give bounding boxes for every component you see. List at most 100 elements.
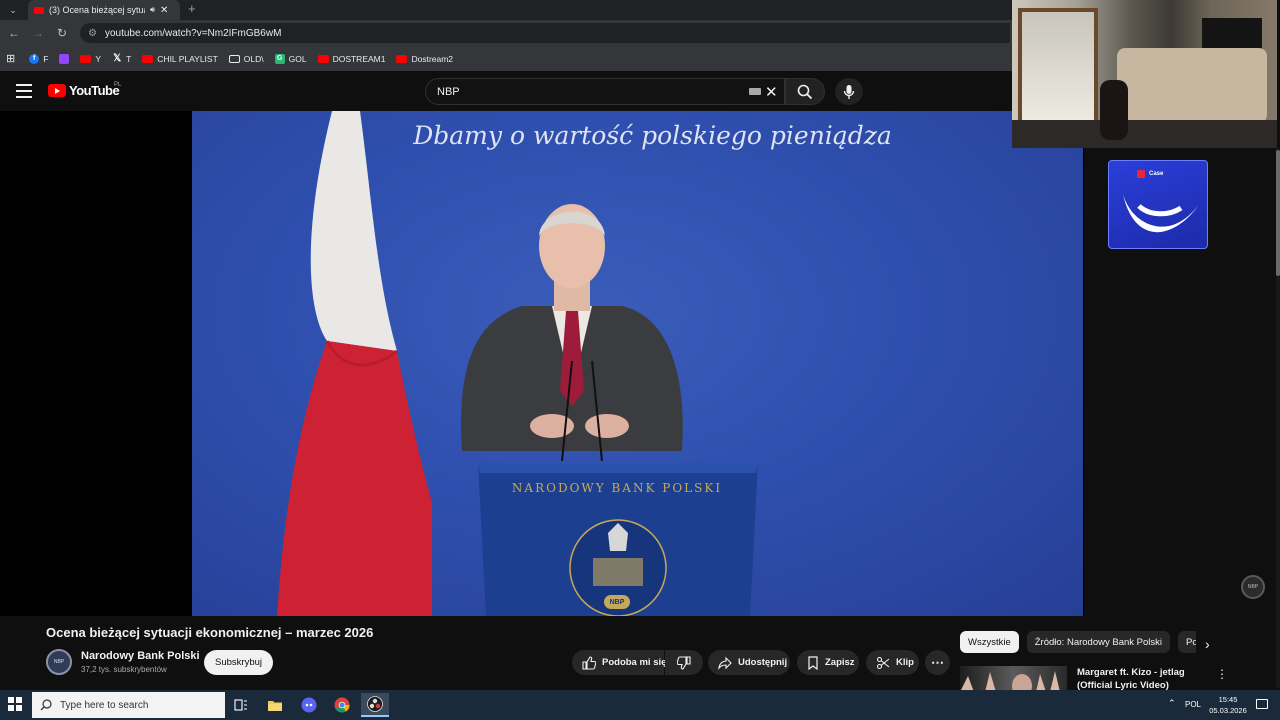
case-logo-icon bbox=[1137, 170, 1145, 178]
search-button[interactable] bbox=[785, 78, 825, 105]
webcam-desk-scene bbox=[1012, 120, 1277, 148]
bookmark-dostream2[interactable]: Dostream2 bbox=[396, 54, 453, 64]
apps-icon[interactable]: ⊞ bbox=[6, 52, 15, 65]
save-label: Zapisz bbox=[825, 657, 855, 668]
channel-name[interactable]: Narodowy Bank Polski bbox=[81, 650, 200, 662]
chevron-right-icon[interactable]: › bbox=[1205, 636, 1210, 652]
country-code: PL bbox=[114, 82, 122, 88]
new-tab-icon[interactable]: + bbox=[188, 1, 196, 16]
like-label: Podoba mi się bbox=[602, 657, 667, 668]
tab-title: (3) Ocena bieżącej sytuacji ekonomicznej… bbox=[49, 5, 145, 15]
channel-avatar[interactable]: NBP bbox=[46, 649, 72, 675]
gol-icon: G bbox=[274, 53, 285, 64]
bookmark-twitch[interactable] bbox=[59, 53, 70, 64]
youtube-icon bbox=[80, 54, 92, 63]
filter-chips: Wszystkie Źródło: Narodowy Bank Polski P… bbox=[960, 631, 1196, 655]
browser-tab[interactable]: (3) Ocena bieżącej sytuacji ekonomicznej… bbox=[28, 0, 180, 20]
youtube-logo[interactable]: YouTube bbox=[48, 83, 120, 98]
tab-close-icon[interactable]: ✕ bbox=[160, 5, 168, 16]
bookmark-gol[interactable]: G GOL bbox=[274, 53, 307, 64]
related-video-thumbnail[interactable] bbox=[960, 666, 1067, 692]
audio-playing-icon[interactable]: 🔊︎ bbox=[150, 5, 155, 15]
taskbar-search-placeholder: Type here to search bbox=[60, 699, 149, 711]
thumbs-up-icon bbox=[582, 655, 596, 670]
dislike-button[interactable] bbox=[665, 650, 703, 675]
share-icon bbox=[718, 656, 732, 670]
reload-icon[interactable]: ↻ bbox=[54, 24, 70, 42]
discord-icon[interactable] bbox=[295, 693, 323, 717]
bookmarks-bar: ⊞ f F Y 𝕏 T CHIL PLAYLIST OLD\ G GOL DOS… bbox=[0, 46, 1012, 71]
bookmark-chil-playlist[interactable]: CHIL PLAYLIST bbox=[142, 54, 218, 64]
scissors-icon bbox=[876, 656, 890, 669]
site-info-icon[interactable]: ⚙︎ bbox=[88, 28, 97, 39]
address-bar[interactable]: ⚙︎ youtube.com/watch?v=Nm2IFmGB6wM bbox=[80, 23, 1010, 43]
search-input[interactable]: NBP bbox=[425, 78, 785, 105]
task-view-icon[interactable] bbox=[227, 693, 255, 717]
share-label: Udostępnij bbox=[738, 657, 788, 668]
bookmark-f[interactable]: f F bbox=[29, 53, 48, 64]
video-frame[interactable]: Dbamy o wartość polskiego pieniądza NARO… bbox=[192, 111, 1083, 616]
voice-search-button[interactable] bbox=[835, 78, 863, 105]
address-url: youtube.com/watch?v=Nm2IFmGB6wM bbox=[104, 27, 282, 39]
input-language[interactable]: POL bbox=[1185, 700, 1201, 709]
subscriber-count: 37,2 tys. subskrybentów bbox=[81, 665, 167, 674]
obs-icon[interactable] bbox=[361, 693, 389, 717]
podium-seal-text: NARODOWY BANK POLSKI bbox=[511, 481, 723, 495]
webcam-sofa-scene bbox=[1117, 48, 1267, 123]
folder-icon bbox=[228, 54, 240, 63]
subscribe-button[interactable]: Subskrybuj bbox=[204, 650, 273, 675]
podium-nbp-badge: NBP bbox=[604, 595, 630, 609]
clear-search-icon[interactable]: ✕ bbox=[765, 83, 778, 101]
more-actions-button[interactable]: ⋯ bbox=[925, 650, 950, 675]
slogan-text: Dbamy o wartość polskiego pieniądza bbox=[413, 121, 892, 150]
share-button[interactable]: Udostępnij bbox=[708, 650, 790, 675]
bookmark-t[interactable]: 𝕏 T bbox=[112, 53, 131, 64]
webcam-overlay bbox=[1012, 0, 1277, 148]
more-horizontal-icon: ⋯ bbox=[931, 654, 944, 670]
tray-overflow-chevron-icon[interactable]: ⌃ bbox=[1168, 698, 1176, 709]
chrome-icon[interactable] bbox=[328, 693, 356, 717]
facebook-icon: f bbox=[29, 53, 40, 64]
chip-partial[interactable]: Po bbox=[1178, 631, 1196, 653]
bookmark-folder-old[interactable]: OLD\ bbox=[228, 54, 264, 64]
clock-date: 05.03.2026 bbox=[1209, 706, 1247, 715]
thumbnail-image bbox=[960, 671, 1060, 692]
clock-time: 15:45 bbox=[1218, 695, 1238, 704]
chip-all[interactable]: Wszystkie bbox=[960, 631, 1019, 653]
case-promo-card[interactable]: Case bbox=[1108, 160, 1208, 249]
thumbs-down-icon bbox=[677, 655, 691, 670]
twitch-icon bbox=[59, 53, 70, 64]
youtube-icon bbox=[317, 54, 329, 63]
case-logo: Case bbox=[1137, 170, 1163, 178]
more-vertical-icon[interactable]: ⋮ bbox=[1216, 667, 1228, 681]
youtube-icon bbox=[396, 54, 408, 63]
file-explorer-icon[interactable] bbox=[261, 693, 289, 717]
x-logo-icon: 𝕏 bbox=[113, 53, 122, 64]
hamburger-menu-icon[interactable] bbox=[16, 84, 32, 98]
search-icon bbox=[40, 699, 52, 711]
webcam-window-scene bbox=[1018, 8, 1098, 126]
back-icon[interactable]: ← bbox=[6, 24, 22, 42]
polish-flag bbox=[277, 111, 432, 616]
bookmark-y[interactable]: Y bbox=[80, 54, 101, 64]
forward-icon[interactable]: → bbox=[30, 24, 46, 42]
taskbar-search[interactable]: Type here to search bbox=[32, 692, 225, 718]
notification-center-icon[interactable] bbox=[1256, 699, 1268, 709]
wing-graphic-icon bbox=[1123, 194, 1199, 233]
taskbar-clock[interactable]: 15:45 05.03.2026 bbox=[1206, 694, 1250, 716]
related-video-title[interactable]: Margaret ft. Kizo - jetlag (Official Lyr… bbox=[1077, 666, 1207, 692]
scrollbar-thumb[interactable] bbox=[1276, 150, 1280, 276]
bookmark-dostream1[interactable]: DOSTREAM1 bbox=[317, 54, 385, 64]
search-icon bbox=[797, 84, 813, 99]
like-button[interactable]: Podoba mi się bbox=[572, 650, 667, 675]
windows-start-icon[interactable] bbox=[8, 697, 22, 711]
youtube-icon bbox=[142, 54, 154, 63]
keyboard-icon[interactable] bbox=[749, 88, 761, 95]
chip-source[interactable]: Źródło: Narodowy Bank Polski bbox=[1026, 631, 1170, 653]
bookmark-icon bbox=[808, 655, 818, 670]
tab-search-icon[interactable]: ⌄ bbox=[5, 2, 21, 18]
save-button[interactable]: Zapisz bbox=[797, 650, 859, 675]
microphone-icon bbox=[843, 84, 855, 99]
clip-button[interactable]: Klip bbox=[866, 650, 919, 675]
channel-watermark[interactable]: NBP bbox=[1241, 575, 1265, 599]
